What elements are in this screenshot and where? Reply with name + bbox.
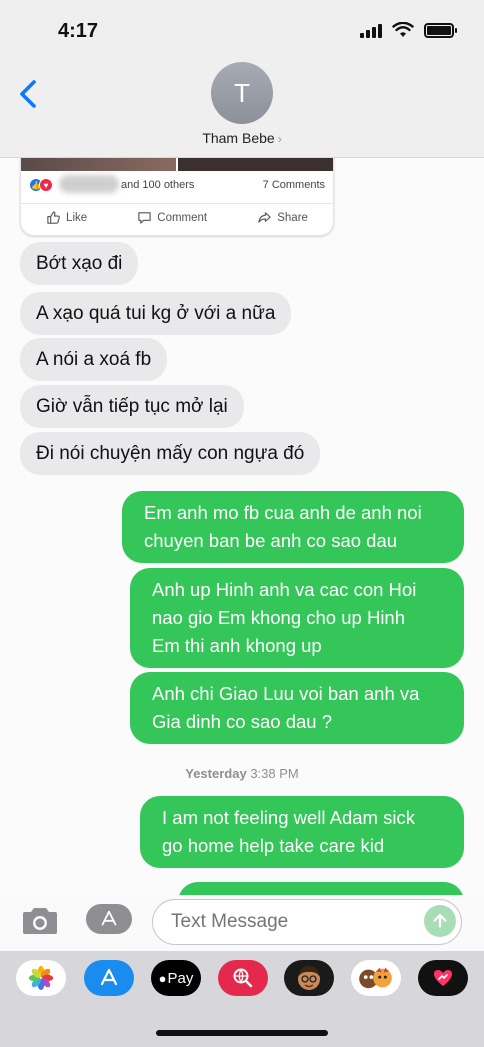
post-stats: 👍 ♥ and 100 others 7 Comments <box>29 175 325 195</box>
animoji-icon[interactable] <box>351 960 401 996</box>
apple-logo-icon: ● <box>158 970 167 986</box>
share-label: Share <box>277 211 308 224</box>
message-line: Em anh mo fb cua anh de anh noi <box>144 502 422 523</box>
message-line: Anh chi Giao Luu voi ban anh va <box>152 683 420 704</box>
sent-message-bubble[interactable]: Anh up Hinh anh va cac con Hoi nao gio E… <box>130 568 464 668</box>
message-line: chuyen ban be anh co sao dau <box>144 530 398 551</box>
status-bar: 4:17 <box>0 0 484 58</box>
received-message-bubble[interactable]: A xạo quá tui kg ở với a nữa <box>20 292 292 335</box>
home-indicator[interactable] <box>156 1030 328 1036</box>
status-time: 4:17 <box>58 20 99 42</box>
contact-avatar[interactable]: T <box>211 62 273 124</box>
photos-flower-icon <box>28 965 54 991</box>
app-drawer-row: ● Pay <box>0 960 484 1006</box>
camera-icon[interactable] <box>20 904 60 938</box>
message-input-bar <box>0 895 484 949</box>
like-label: Like <box>66 211 88 224</box>
received-message-bubble[interactable]: A nói a xoá fb <box>20 338 168 381</box>
contact-name: Tham Bebe <box>202 130 275 146</box>
post-actions: Like Comment Share <box>21 203 333 231</box>
app-store-a-icon <box>101 910 117 926</box>
heart-icon <box>434 970 452 986</box>
received-message-bubble[interactable]: Đi nói chuyện mấy con ngựa đó <box>20 432 321 475</box>
digital-touch-icon[interactable] <box>418 960 468 996</box>
wifi-icon <box>392 22 414 37</box>
image-search-icon[interactable] <box>218 960 268 996</box>
contact-name-button[interactable]: Tham Bebe › <box>0 130 484 146</box>
reactions-count: and 100 others <box>121 179 195 191</box>
battery-icon <box>424 22 457 38</box>
timestamp-day: Yesterday <box>185 766 247 781</box>
reaction-icons: 👍 ♥ <box>29 178 53 192</box>
message-line: nao gio Em khong cho up Hinh <box>152 607 406 628</box>
sent-message-bubble[interactable]: I am not feeling well Adam sick go home … <box>140 796 464 868</box>
comments-count: 7 Comments <box>262 179 325 191</box>
message-line: I am not feeling well Adam sick <box>162 807 415 828</box>
like-action[interactable]: Like <box>46 210 87 225</box>
thumbs-up-icon <box>47 211 60 224</box>
message-timestamp: Yesterday 3:38 PM <box>0 766 484 781</box>
message-line: Em thi anh khong up <box>152 635 322 656</box>
message-line: Anh up Hinh anh va cac con Hoi <box>152 579 417 600</box>
animoji-faces-icon <box>359 967 392 989</box>
love-reaction-icon: ♥ <box>39 178 53 192</box>
blurred-name <box>59 175 119 193</box>
imessage-app-drawer: ● Pay <box>0 951 484 1047</box>
sent-message-bubble[interactable]: Anh chi Giao Luu voi ban anh va Gia dinh… <box>130 672 464 744</box>
conversation-header: T Tham Bebe › <box>0 58 484 158</box>
arrow-up-icon <box>433 913 447 928</box>
sent-message-bubble[interactable]: Em anh mo fb cua anh de anh noi chuyen b… <box>122 491 464 563</box>
text-message-input[interactable] <box>152 899 462 945</box>
message-list[interactable]: 👍 ♥ and 100 others 7 Comments Like Comme… <box>0 158 484 895</box>
shared-facebook-post[interactable]: 👍 ♥ and 100 others 7 Comments Like Comme… <box>20 158 334 236</box>
message-line: go home help take care kid <box>162 835 385 856</box>
cellular-signal-icon <box>360 22 382 38</box>
comment-label: Comment <box>157 211 208 224</box>
timestamp-time: 3:38 PM <box>250 766 299 781</box>
status-icons <box>360 22 457 38</box>
messages-screen: 4:17 T Tham Bebe › 👍 ♥ and 100 others 7 … <box>0 0 484 1047</box>
chevron-right-icon: › <box>277 132 282 146</box>
share-action[interactable]: Share <box>257 210 308 225</box>
sent-message-bubble-partial[interactable] <box>178 882 464 895</box>
apple-pay-label: Pay <box>167 969 194 987</box>
memoji-icon[interactable] <box>284 960 334 996</box>
app-store-a-icon <box>100 968 118 986</box>
comment-icon <box>138 212 151 224</box>
send-button[interactable] <box>424 905 456 937</box>
message-line: Gia dinh co sao dau ? <box>152 711 332 732</box>
back-chevron-icon[interactable] <box>16 74 44 114</box>
app-store-drawer-button[interactable] <box>86 904 132 934</box>
received-message-bubble[interactable]: Giờ vẫn tiếp tục mở lại <box>20 385 244 428</box>
comment-action[interactable]: Comment <box>137 210 207 225</box>
post-photos <box>21 158 333 171</box>
photos-app-icon[interactable] <box>16 960 66 996</box>
apple-pay-icon[interactable]: ● Pay <box>151 960 201 996</box>
memoji-face-icon <box>298 966 320 990</box>
received-message-bubble[interactable]: Bớt xạo đi <box>20 242 139 285</box>
globe-search-icon <box>233 968 253 988</box>
share-icon <box>258 212 271 223</box>
app-store-icon[interactable] <box>84 960 134 996</box>
